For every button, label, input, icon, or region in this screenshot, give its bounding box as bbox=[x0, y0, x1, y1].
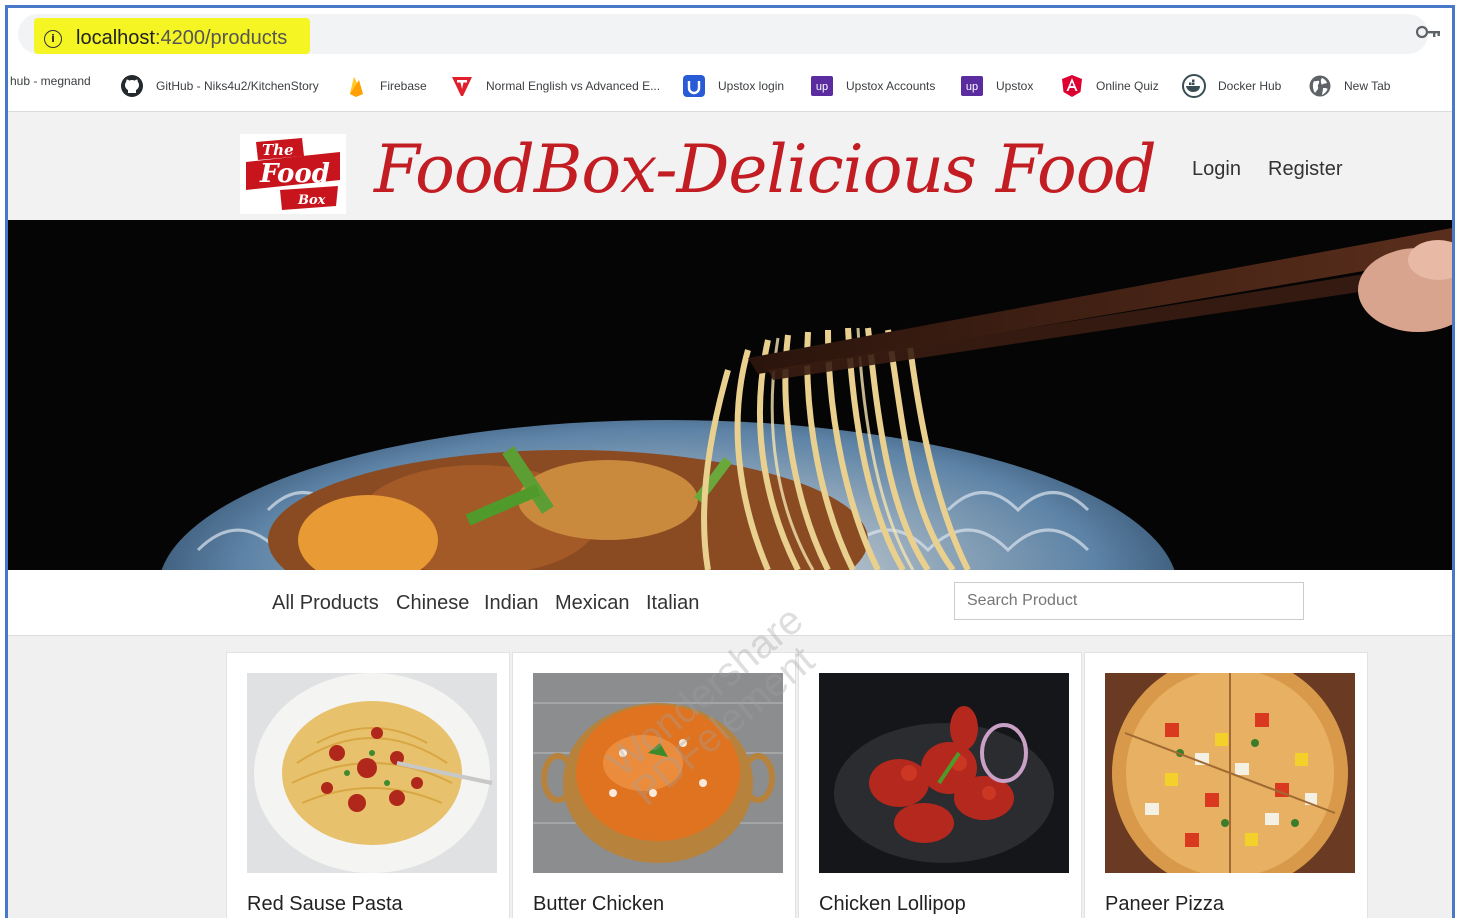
register-link[interactable]: Register bbox=[1268, 158, 1342, 181]
svg-text:up: up bbox=[816, 81, 828, 93]
category-italian[interactable]: Italian bbox=[646, 592, 699, 615]
bookmark-label: Upstox login bbox=[718, 79, 785, 93]
bookmark-label: Upstox Accounts bbox=[846, 79, 936, 93]
upstox-login-icon bbox=[682, 74, 706, 98]
product-name[interactable]: Butter Chicken bbox=[533, 893, 664, 916]
bookmark-docker-hub[interactable]: Docker Hub bbox=[1182, 74, 1281, 98]
product-name[interactable]: Chicken Lollipop bbox=[819, 893, 966, 916]
product-card[interactable]: Paneer Pizza bbox=[1084, 652, 1368, 918]
omnibox[interactable]: i localhost:4200/products bbox=[18, 14, 1428, 54]
bookmark-label: Online Quiz bbox=[1096, 79, 1159, 93]
product-image-pasta[interactable] bbox=[247, 673, 497, 873]
brand-title: FoodBox-Delicious Food bbox=[374, 131, 1157, 208]
bookmark-label: Upstox bbox=[996, 79, 1034, 93]
bookmark-label: New Tab bbox=[1344, 79, 1391, 93]
bookmark-english[interactable]: Normal English vs Advanced E... bbox=[450, 74, 660, 98]
svg-text:The: The bbox=[262, 141, 294, 159]
docker-icon bbox=[1182, 74, 1206, 98]
bookmark-label: GitHub - Niks4u2/KitchenStory bbox=[156, 79, 319, 93]
upstox-icon: up bbox=[960, 74, 984, 98]
url-path: :4200/products bbox=[154, 27, 288, 49]
bookmark-label: Normal English vs Advanced E... bbox=[486, 79, 661, 93]
category-bar: All Products Chinese Indian Mexican Ital… bbox=[8, 570, 1452, 636]
bookmark-label: Firebase bbox=[380, 79, 427, 93]
product-image-chicken-lollipop[interactable] bbox=[819, 673, 1069, 873]
svg-text:up: up bbox=[966, 81, 978, 93]
product-name[interactable]: Paneer Pizza bbox=[1105, 893, 1224, 916]
product-image-butter-chicken[interactable] bbox=[533, 673, 783, 873]
bookmark-upstox-accounts[interactable]: up Upstox Accounts bbox=[810, 74, 935, 98]
product-card[interactable]: Red Sause Pasta bbox=[226, 652, 510, 918]
bookmark-firebase[interactable]: Firebase bbox=[344, 74, 427, 98]
browser-window: i localhost:4200/products hub - megnand … bbox=[5, 5, 1455, 918]
upstox-icon: up bbox=[810, 74, 834, 98]
bookmark-upstox-login[interactable]: Upstox login bbox=[682, 74, 784, 98]
globe-icon bbox=[1308, 74, 1332, 98]
site-logo[interactable]: The Food Box bbox=[240, 134, 346, 214]
bookmark-hub[interactable]: hub - megnand bbox=[10, 74, 91, 88]
search-input[interactable] bbox=[954, 582, 1304, 620]
firebase-icon bbox=[344, 74, 368, 98]
url-text[interactable]: localhost:4200/products bbox=[76, 27, 287, 50]
category-all-products[interactable]: All Products bbox=[272, 592, 379, 615]
svg-text:Food: Food bbox=[259, 159, 330, 189]
svg-text:Box: Box bbox=[297, 193, 326, 208]
login-link[interactable]: Login bbox=[1192, 158, 1241, 181]
product-grid: Red Sause Pasta Butter Chicken Chicken L… bbox=[8, 636, 1452, 918]
info-icon[interactable]: i bbox=[44, 30, 62, 48]
address-bar: i localhost:4200/products bbox=[8, 8, 1452, 56]
hero-banner bbox=[8, 220, 1452, 570]
key-icon[interactable] bbox=[1416, 24, 1442, 40]
category-mexican[interactable]: Mexican bbox=[555, 592, 629, 615]
product-image-paneer-pizza[interactable] bbox=[1105, 673, 1355, 873]
t-logo-icon bbox=[450, 74, 474, 98]
site-header: The Food Box FoodBox-Delicious Food Logi… bbox=[8, 112, 1452, 220]
bookmark-upstox[interactable]: up Upstox bbox=[960, 74, 1033, 98]
category-indian[interactable]: Indian bbox=[484, 592, 539, 615]
bookmark-github[interactable]: GitHub - Niks4u2/KitchenStory bbox=[120, 74, 319, 98]
github-icon bbox=[120, 74, 144, 98]
bookmarks-bar: hub - megnand GitHub - Niks4u2/KitchenSt… bbox=[8, 56, 1452, 112]
product-card[interactable]: Butter Chicken bbox=[512, 652, 796, 918]
bookmark-online-quiz[interactable]: Online Quiz bbox=[1060, 74, 1159, 98]
product-card[interactable]: Chicken Lollipop bbox=[798, 652, 1082, 918]
bookmark-label: hub - megnand bbox=[10, 74, 91, 88]
bookmark-label: Docker Hub bbox=[1218, 79, 1282, 93]
url-host: localhost bbox=[76, 27, 155, 49]
bookmark-new-tab[interactable]: New Tab bbox=[1308, 74, 1390, 98]
category-chinese[interactable]: Chinese bbox=[396, 592, 469, 615]
angular-icon bbox=[1060, 74, 1084, 98]
product-name[interactable]: Red Sause Pasta bbox=[247, 893, 403, 916]
